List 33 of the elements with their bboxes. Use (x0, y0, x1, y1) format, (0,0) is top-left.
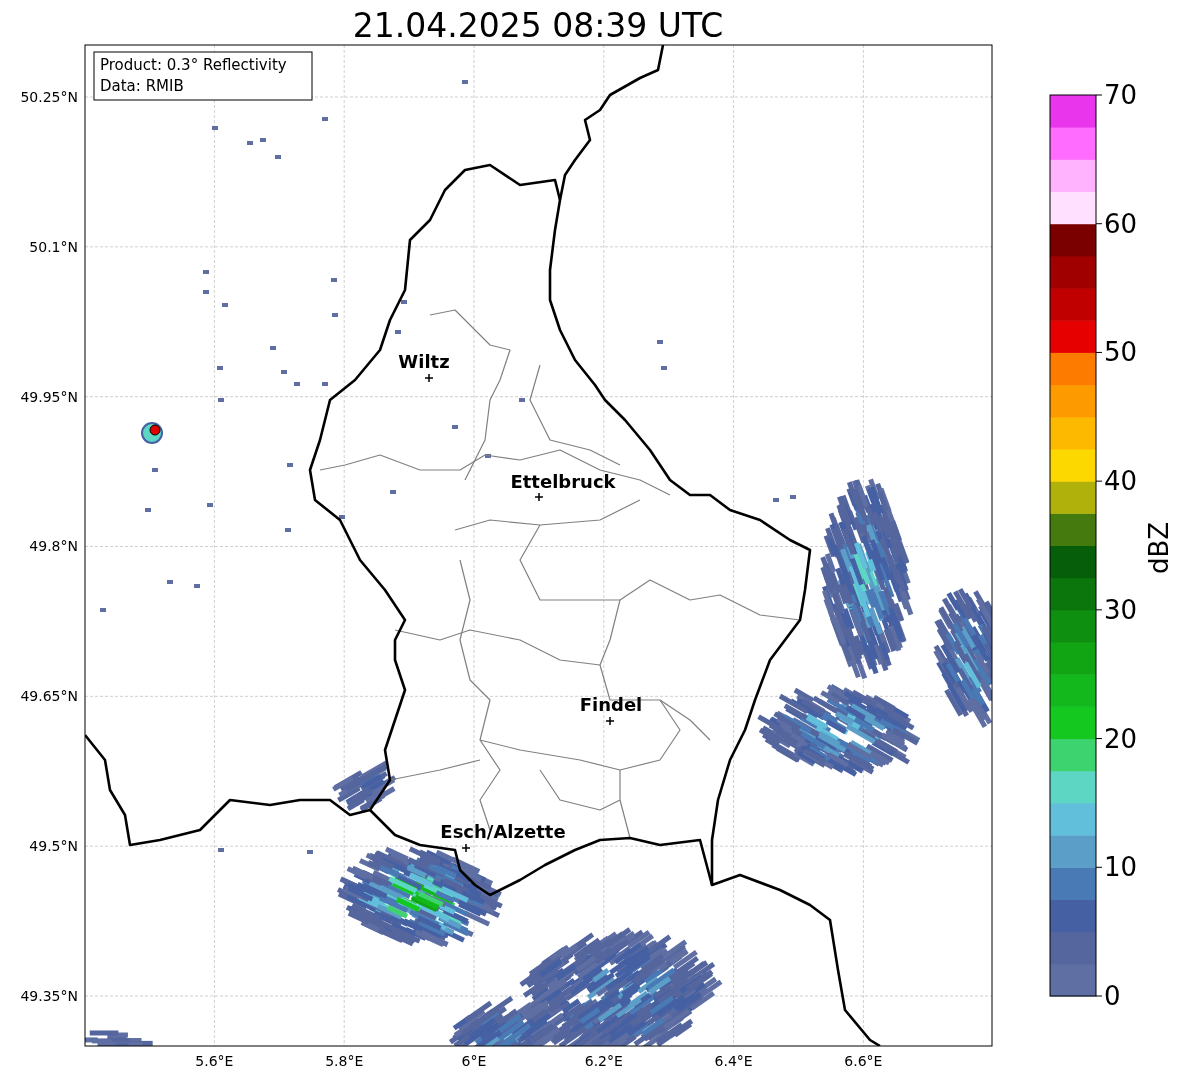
longitude-label: 6.6°E (844, 1053, 883, 1069)
city-marker-icon (605, 716, 615, 726)
longitude-label: 5.6°E (195, 1053, 234, 1069)
colorbar-tick-label: 40 (1104, 466, 1138, 497)
colorbar-axis-label: dBZ (1144, 521, 1174, 575)
city-label: Findel (579, 694, 643, 715)
latitude-label: 50.25°N (20, 89, 78, 105)
latitude-label: 49.8°N (29, 538, 78, 555)
latitude-label: 49.65°N (20, 688, 78, 705)
city-label: Esch/Alzette (440, 821, 566, 842)
city-label: Wiltz (398, 351, 450, 372)
colorbar-tick-label: 20 (1104, 723, 1138, 754)
city-marker-icon (534, 492, 544, 502)
colorbar-tick-label: 50 (1104, 337, 1138, 368)
info-box: Product: 0.3° Reflectivity Data: RMIB (93, 51, 313, 101)
latitude-label: 50.1°N (29, 238, 78, 255)
colorbar-tick-label: 30 (1104, 594, 1138, 625)
longitude-label: 6°E (461, 1053, 487, 1069)
longitude-label: 6.2°E (584, 1053, 623, 1069)
radar-site-icon (149, 424, 161, 436)
colorbar-tick-label: 60 (1104, 208, 1138, 239)
colorbar-tick-label: 0 (1104, 981, 1121, 1011)
longitude-label: 5.8°E (325, 1053, 364, 1069)
latitude-label: 49.35°N (20, 988, 78, 1004)
colorbar-tick-label: 10 (1104, 852, 1138, 883)
city-marker-icon (461, 843, 471, 853)
latitude-label: 49.5°N (29, 838, 78, 855)
city-label: Ettelbruck (510, 471, 616, 492)
latitude-label: 49.95°N (20, 388, 78, 405)
city-marker-icon (424, 373, 434, 383)
colorbar-tick-label: 70 (1104, 80, 1138, 110)
chart-title: 21.04.2025 08:39 UTC (352, 6, 724, 45)
longitude-label: 6.4°E (714, 1053, 753, 1069)
